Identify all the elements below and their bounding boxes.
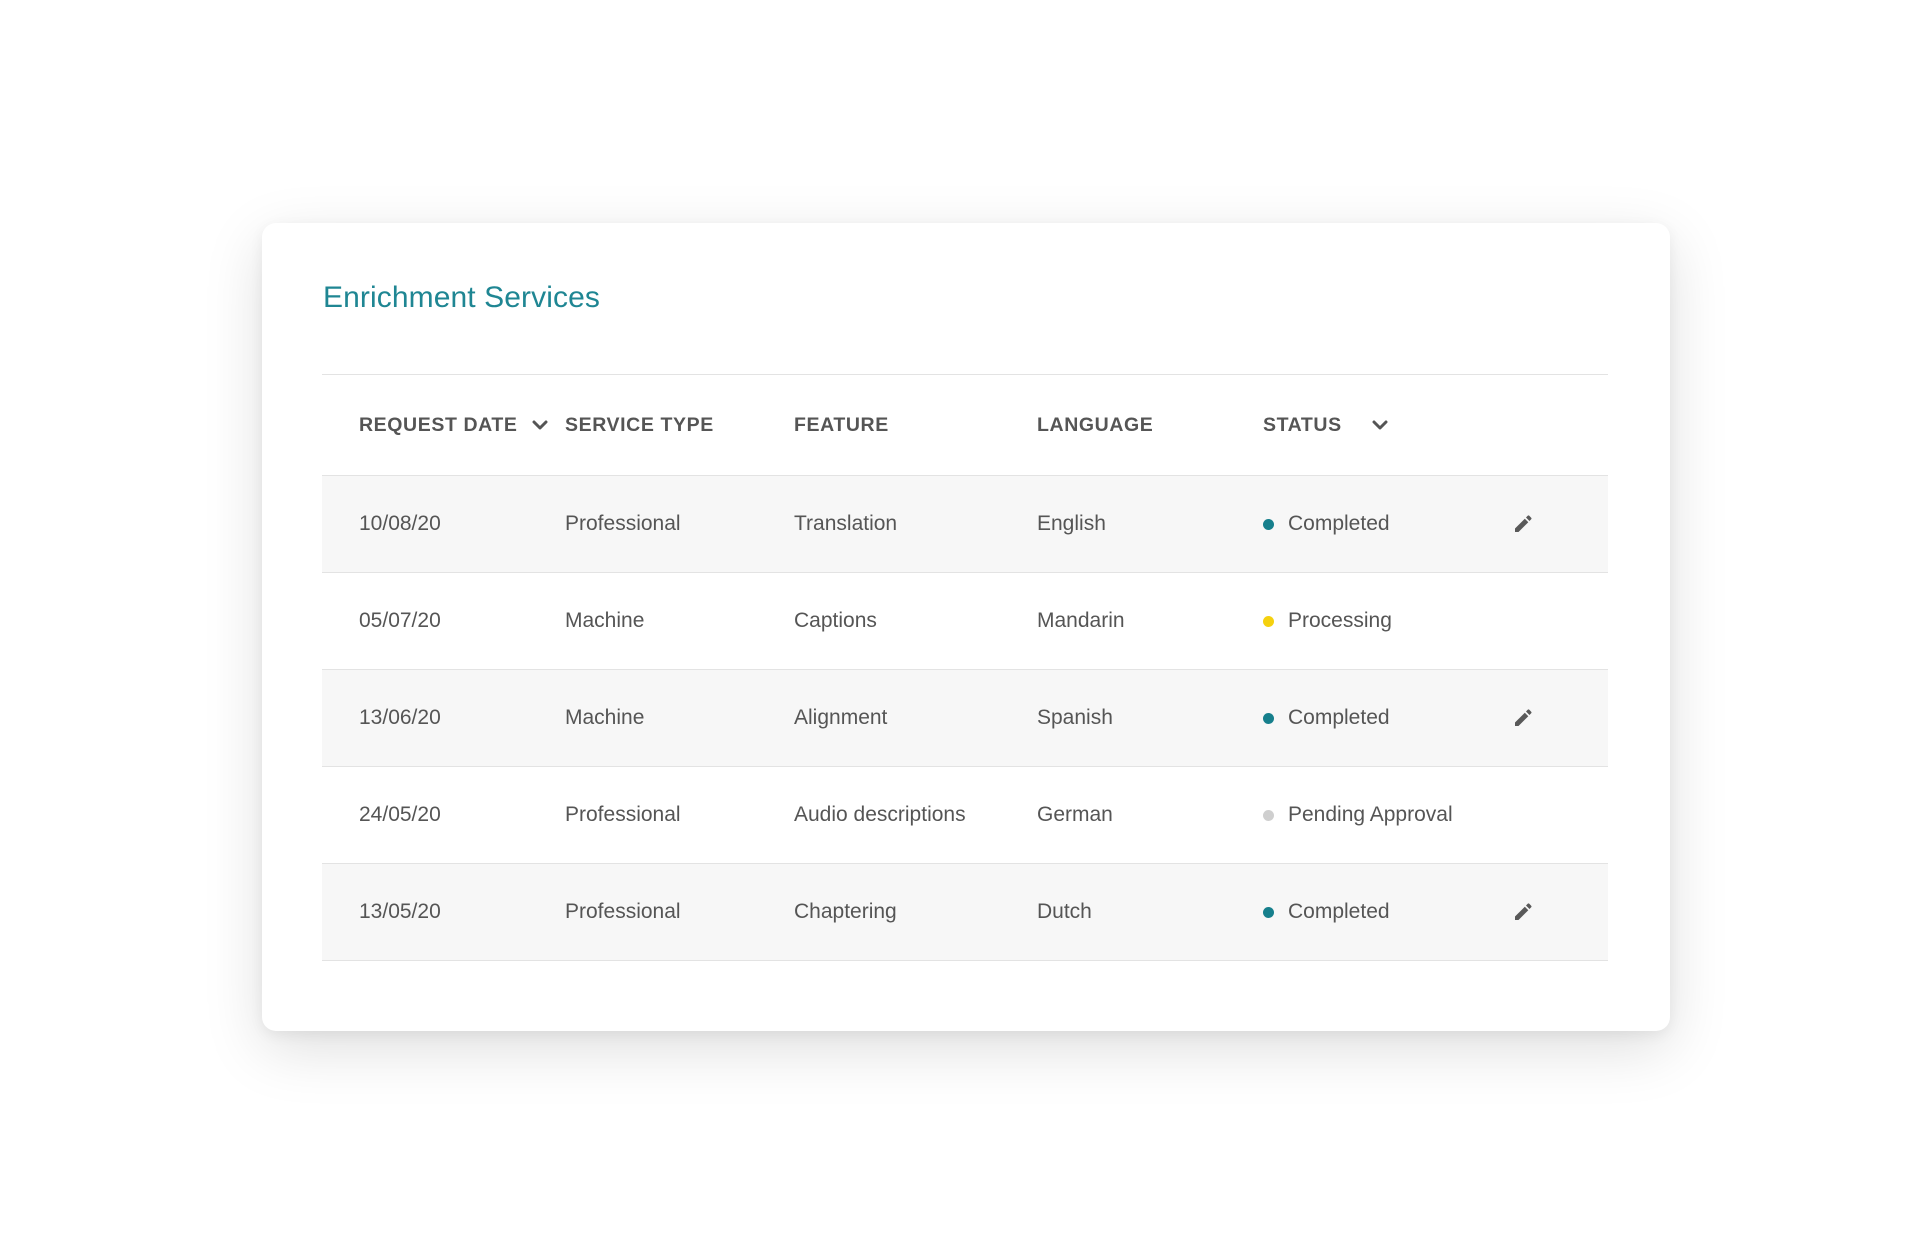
chevron-down-icon[interactable] <box>532 420 548 431</box>
status-value: Completed <box>1288 900 1390 923</box>
cell-service-type: Professional <box>565 900 794 924</box>
pencil-icon[interactable] <box>1512 707 1534 729</box>
status-value: Processing <box>1288 609 1392 632</box>
cell-language: German <box>1037 803 1263 827</box>
cell-language: Dutch <box>1037 900 1263 924</box>
service-type-value: Professional <box>565 512 681 535</box>
cell-feature: Alignment <box>794 706 1037 730</box>
language-value: Spanish <box>1037 706 1113 729</box>
feature-value: Translation <box>794 512 898 535</box>
service-type-value: Professional <box>565 803 681 826</box>
cell-request-date: 13/06/20 <box>322 706 565 730</box>
status-dot-icon <box>1263 906 1274 918</box>
cell-request-date: 05/07/20 <box>322 609 565 633</box>
status-dot-icon <box>1263 518 1274 530</box>
request-date-value: 05/07/20 <box>359 609 441 632</box>
language-value: German <box>1037 803 1113 826</box>
cell-actions <box>1499 901 1608 923</box>
language-value: Dutch <box>1037 900 1092 923</box>
cell-language: Mandarin <box>1037 609 1263 633</box>
table-body: 10/08/20 Professional Translation Englis… <box>322 476 1608 961</box>
request-date-value: 13/06/20 <box>359 706 441 729</box>
cell-service-type: Machine <box>565 706 794 730</box>
request-date-value: 10/08/20 <box>359 512 441 535</box>
status-value: Completed <box>1288 706 1390 729</box>
request-date-value: 24/05/20 <box>359 803 441 826</box>
cell-status: Completed <box>1263 512 1499 536</box>
feature-value: Audio descriptions <box>794 803 966 826</box>
cell-status: Processing <box>1263 609 1499 633</box>
enrichment-services-card: Enrichment Services REQUEST DATE SERVICE… <box>262 223 1670 1031</box>
request-date-value: 13/05/20 <box>359 900 441 923</box>
cell-status: Completed <box>1263 706 1499 730</box>
header-language-label: LANGUAGE <box>1037 413 1154 436</box>
service-type-value: Machine <box>565 609 645 632</box>
language-value: Mandarin <box>1037 609 1125 632</box>
table-header-row: REQUEST DATE SERVICE TYPE FEATURE LANGUA… <box>322 375 1608 476</box>
feature-value: Chaptering <box>794 900 897 923</box>
cell-service-type: Professional <box>565 803 794 827</box>
cell-feature: Chaptering <box>794 900 1037 924</box>
pencil-icon[interactable] <box>1512 513 1534 535</box>
cell-feature: Audio descriptions <box>794 803 1037 827</box>
feature-value: Alignment <box>794 706 888 729</box>
chevron-down-icon[interactable] <box>1372 420 1388 431</box>
header-status-label: STATUS <box>1263 413 1342 436</box>
header-status[interactable]: STATUS <box>1263 414 1499 437</box>
language-value: English <box>1037 512 1106 535</box>
status-value: Completed <box>1288 512 1390 535</box>
status-value: Pending Approval <box>1288 803 1453 826</box>
table-row[interactable]: 05/07/20 Machine Captions Mandarin Proce… <box>322 573 1608 670</box>
table-row[interactable]: 10/08/20 Professional Translation Englis… <box>322 476 1608 573</box>
cell-language: English <box>1037 512 1263 536</box>
header-request-date[interactable]: REQUEST DATE <box>322 414 565 437</box>
enrichment-table: REQUEST DATE SERVICE TYPE FEATURE LANGUA… <box>322 374 1608 961</box>
header-service-type: SERVICE TYPE <box>565 414 794 437</box>
cell-status: Completed <box>1263 900 1499 924</box>
status-dot-icon <box>1263 615 1274 627</box>
cell-feature: Translation <box>794 512 1037 536</box>
feature-value: Captions <box>794 609 877 632</box>
cell-language: Spanish <box>1037 706 1263 730</box>
status-dot-icon <box>1263 712 1274 724</box>
cell-request-date: 10/08/20 <box>322 512 565 536</box>
header-language: LANGUAGE <box>1037 414 1263 437</box>
pencil-icon[interactable] <box>1512 901 1534 923</box>
header-feature: FEATURE <box>794 414 1037 437</box>
table-row[interactable]: 13/06/20 Machine Alignment Spanish Compl… <box>322 670 1608 767</box>
service-type-value: Machine <box>565 706 645 729</box>
status-dot-icon <box>1263 809 1274 821</box>
service-type-value: Professional <box>565 900 681 923</box>
cell-actions <box>1499 513 1608 535</box>
cell-feature: Captions <box>794 609 1037 633</box>
cell-request-date: 13/05/20 <box>322 900 565 924</box>
header-request-date-label: REQUEST DATE <box>359 413 518 436</box>
cell-actions <box>1499 707 1608 729</box>
card-title: Enrichment Services <box>323 281 600 314</box>
header-service-type-label: SERVICE TYPE <box>565 413 714 436</box>
table-row[interactable]: 13/05/20 Professional Chaptering Dutch C… <box>322 864 1608 961</box>
cell-service-type: Professional <box>565 512 794 536</box>
cell-status: Pending Approval <box>1263 803 1499 827</box>
cell-request-date: 24/05/20 <box>322 803 565 827</box>
table-row[interactable]: 24/05/20 Professional Audio descriptions… <box>322 767 1608 864</box>
cell-service-type: Machine <box>565 609 794 633</box>
header-feature-label: FEATURE <box>794 413 889 436</box>
